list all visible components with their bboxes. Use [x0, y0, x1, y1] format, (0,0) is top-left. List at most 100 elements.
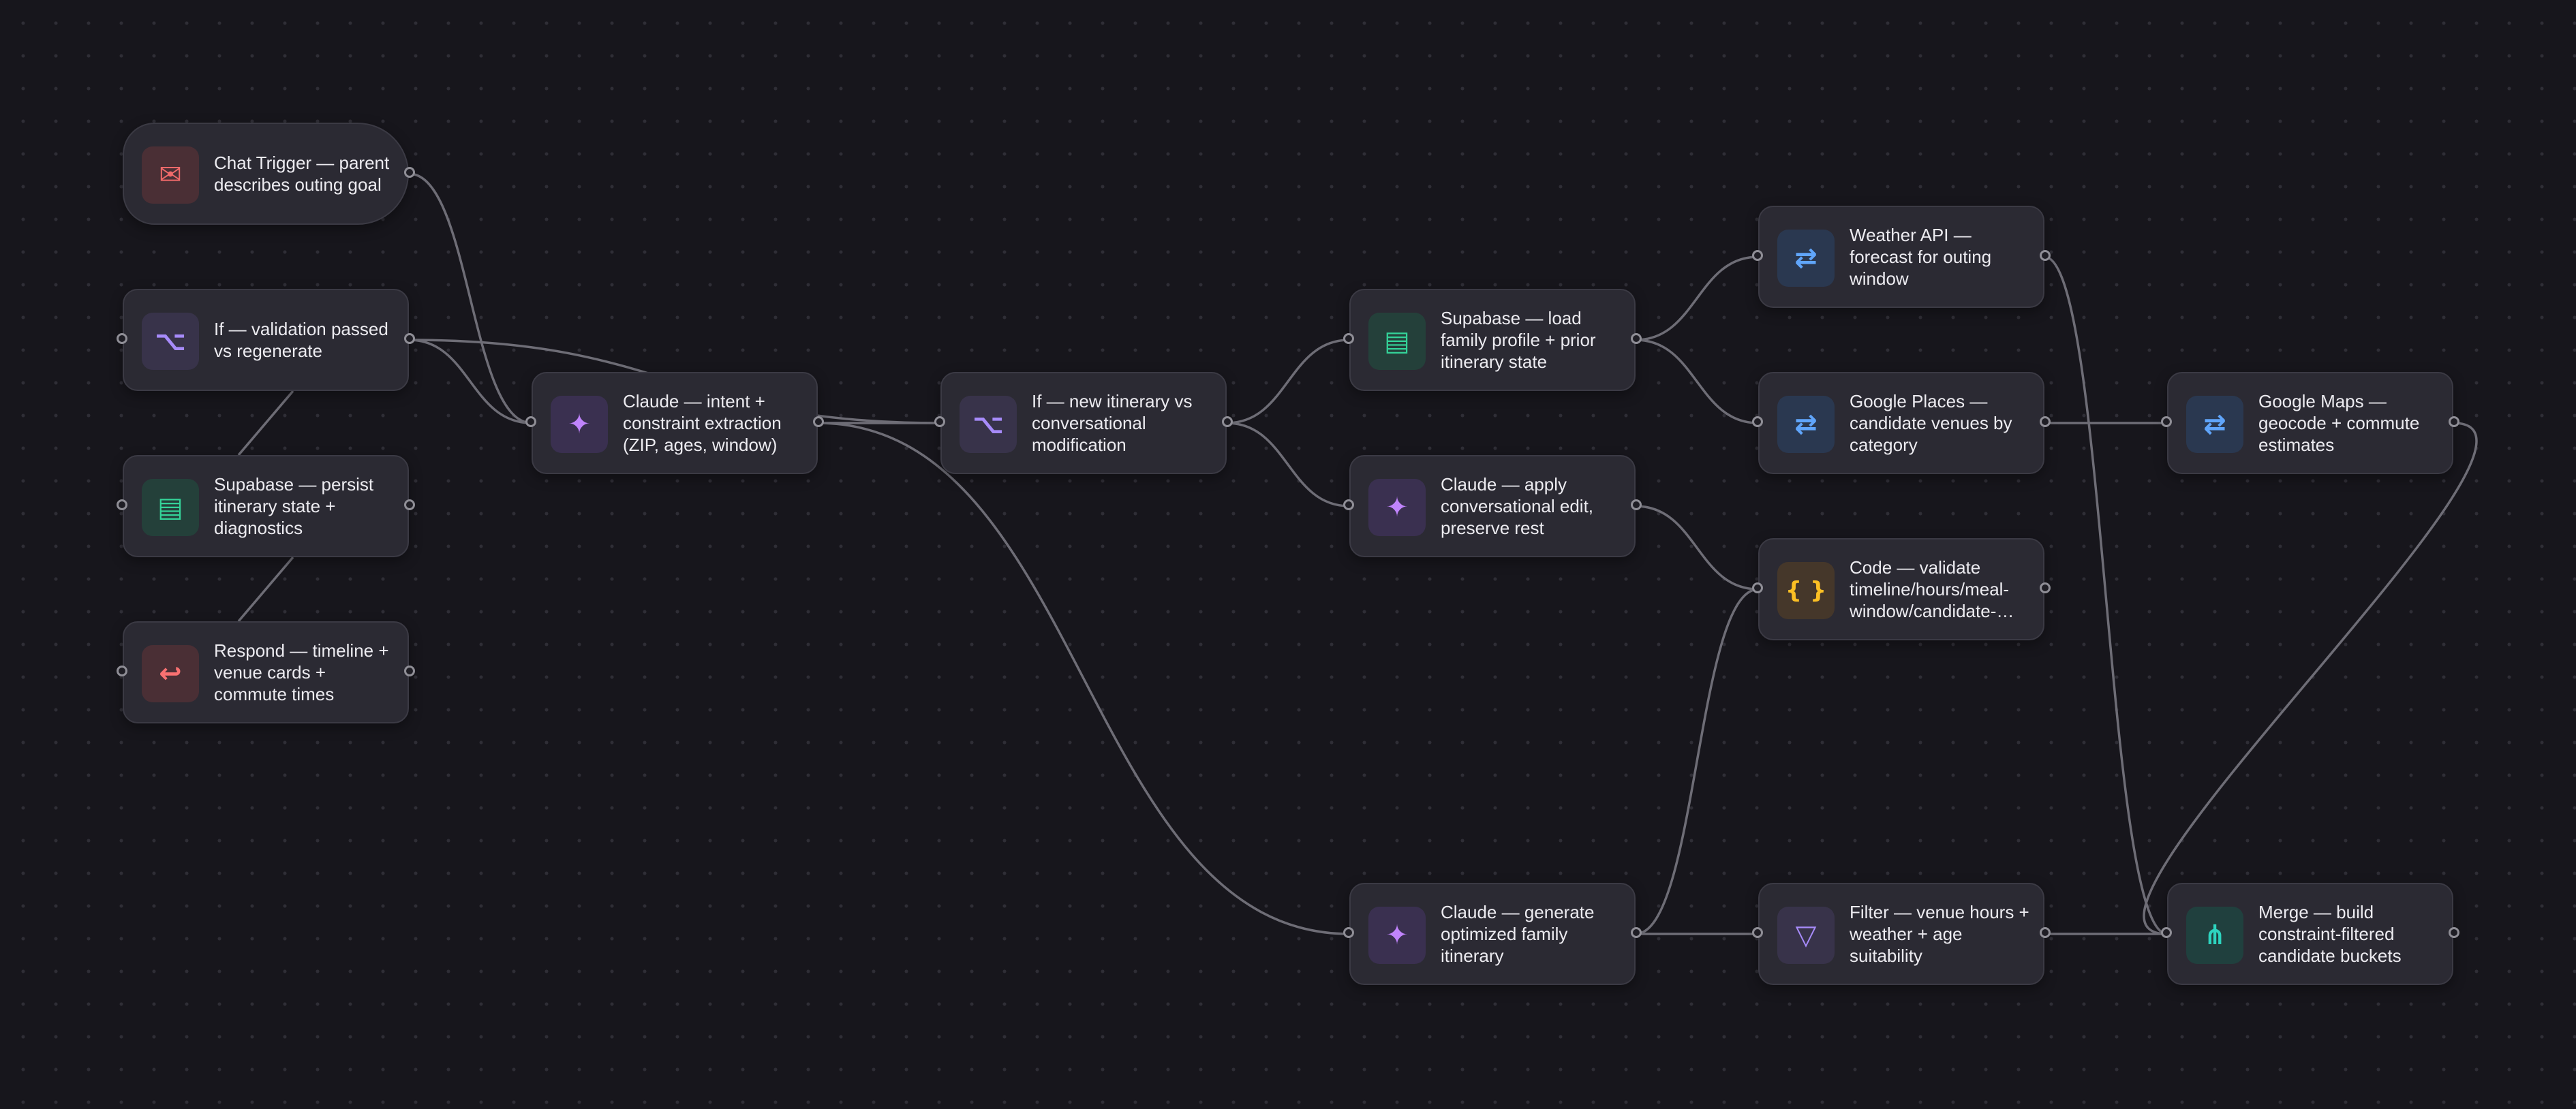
node-claude-apply[interactable]: ✦ Claude — apply conversational edit, pre… [1343, 455, 1642, 557]
node-label-text: If — new itinerary vs conversational mod… [1032, 391, 1193, 455]
node-if-new-itinerary[interactable]: ⌥ If — new itinerary vs conversational mo… [934, 372, 1233, 474]
input-port[interactable] [1752, 416, 1763, 427]
output-port[interactable] [2040, 582, 2051, 593]
output-port[interactable] [813, 416, 824, 427]
node-label: Chat Trigger — parent describes outing g… [214, 124, 398, 223]
code-braces-icon: { } [1777, 562, 1835, 619]
output-port[interactable] [2040, 250, 2051, 261]
output-port[interactable] [1631, 499, 1642, 510]
node-label: Supabase — persist itinerary state + dia… [214, 456, 398, 556]
node-google-places[interactable]: ⇄ Google Places — candidate venues by cat… [1752, 372, 2051, 474]
input-port[interactable] [1343, 499, 1354, 510]
input-port[interactable] [1343, 927, 1354, 938]
node-label: Supabase — load family profile + prior i… [1441, 290, 1625, 390]
edge-if-new-itinerary-to-claude-apply[interactable] [1226, 422, 1350, 507]
node-label-text: Code — validate timeline/hours/meal-wind… [1850, 557, 2014, 621]
output-port[interactable] [404, 167, 415, 178]
node-label: Claude — intent + constraint extraction … [623, 373, 807, 473]
edge-if-new-itinerary-to-supabase-load[interactable] [1226, 339, 1350, 424]
output-port[interactable] [1631, 927, 1642, 938]
node-label-text: Google Maps — geocode + commute estimate… [2258, 391, 2420, 455]
edge-supabase-persist-to-respond[interactable] [237, 556, 294, 623]
output-port[interactable] [404, 499, 415, 510]
node-label: Respond — timeline + venue cards + commu… [214, 623, 398, 722]
input-port[interactable] [117, 499, 127, 510]
output-port[interactable] [2040, 416, 2051, 427]
node-weather-api[interactable]: ⇄ Weather API — forecast for outing windo… [1752, 206, 2051, 308]
input-port[interactable] [525, 416, 536, 427]
node-merge[interactable]: ⋔ Merge — build constraint-filtered candi… [2161, 883, 2459, 985]
node-label: Merge — build constraint-filtered candid… [2258, 884, 2442, 984]
node-label: Filter — venue hours + weather + age sui… [1850, 884, 2034, 984]
edge-google-maps-to-merge[interactable] [2143, 422, 2478, 935]
database-icon: ▤ [142, 479, 199, 536]
arrows-exchange-icon: ⇄ [1777, 396, 1835, 453]
edge-weather-api-to-merge[interactable] [2044, 255, 2168, 935]
reply-icon: ↩ [142, 645, 199, 702]
node-claude-generate[interactable]: ✦ Claude — generate optimized family itin… [1343, 883, 1642, 985]
input-port[interactable] [1752, 927, 1763, 938]
node-respond[interactable]: ↩ Respond — timeline + venue cards + comm… [117, 621, 415, 723]
database-icon: ▤ [1368, 313, 1426, 370]
input-port[interactable] [934, 416, 945, 427]
edge-claude-apply-to-code-validate[interactable] [1635, 505, 1759, 591]
input-port[interactable] [117, 666, 127, 676]
node-label-text: Filter — venue hours + weather + age sui… [1850, 902, 2029, 966]
output-port[interactable] [404, 333, 415, 344]
node-supabase-load[interactable]: ▤ Supabase — load family profile + prior … [1343, 289, 1642, 391]
node-label: Claude — generate optimized family itine… [1441, 884, 1625, 984]
node-label: Claude — apply conversational edit, pres… [1441, 456, 1625, 556]
node-if-validation[interactable]: ⌥ If — validation passed vs regenerate [117, 289, 415, 391]
node-chat-trigger[interactable]: ✉ Chat Trigger — parent describes outing … [123, 123, 415, 225]
node-supabase-persist[interactable]: ▤ Supabase — persist itinerary state + di… [117, 455, 415, 557]
node-label-text: Chat Trigger — parent describes outing g… [214, 153, 390, 195]
node-code-validate[interactable]: { } Code — validate timeline/hours/meal-w… [1752, 538, 2051, 640]
input-port[interactable] [1752, 582, 1763, 593]
output-port[interactable] [2449, 927, 2459, 938]
node-label: If — validation passed vs regenerate [214, 290, 398, 390]
node-label: If — new itinerary vs conversational mod… [1032, 373, 1216, 473]
node-label-text: Claude — apply conversational edit, pres… [1441, 474, 1594, 538]
node-label: Google Maps — geocode + commute estimate… [2258, 373, 2442, 473]
node-label-text: Supabase — persist itinerary state + dia… [214, 474, 374, 538]
edge-chat-trigger-to-claude-intent[interactable] [408, 172, 532, 424]
input-port[interactable] [1752, 250, 1763, 261]
edge-if-validation-to-claude-intent[interactable] [408, 339, 532, 424]
envelope-icon: ✉ [142, 146, 199, 204]
output-port[interactable] [2449, 416, 2459, 427]
workflow-canvas[interactable]: ✉ Chat Trigger — parent describes outing … [0, 0, 2576, 1109]
edge-claude-generate-to-code-validate[interactable] [1635, 588, 1759, 935]
output-port[interactable] [1222, 416, 1233, 427]
node-label: Code — validate timeline/hours/meal-wind… [1850, 540, 2034, 639]
node-filter[interactable]: ▽ Filter — venue hours + weather + age su… [1752, 883, 2051, 985]
input-port[interactable] [2161, 416, 2172, 427]
node-label-text: Google Places — candidate venues by cate… [1850, 391, 2012, 455]
node-claude-intent[interactable]: ✦ Claude — intent + constraint extraction… [525, 372, 824, 474]
output-port[interactable] [404, 666, 415, 676]
edge-if-validation-to-supabase-persist[interactable] [237, 390, 294, 456]
node-label-text: Respond — timeline + venue cards + commu… [214, 640, 389, 704]
node-label-text: Weather API — forecast for outing window [1850, 225, 1992, 289]
branch-icon: ⌥ [960, 396, 1017, 453]
output-port[interactable] [1631, 333, 1642, 344]
node-label-text: Claude — intent + constraint extraction … [623, 391, 782, 455]
node-google-maps[interactable]: ⇄ Google Maps — geocode + commute estimat… [2161, 372, 2459, 474]
output-port[interactable] [2040, 927, 2051, 938]
input-port[interactable] [1343, 333, 1354, 344]
branch-icon: ⌥ [142, 313, 199, 370]
sparkle-icon: ✦ [551, 396, 608, 453]
node-label-text: Merge — build constraint-filtered candid… [2258, 902, 2402, 966]
input-port[interactable] [2161, 927, 2172, 938]
edge-supabase-load-to-weather-api[interactable] [1635, 255, 1759, 341]
node-label-text: If — validation passed vs regenerate [214, 319, 388, 361]
sparkle-icon: ✦ [1368, 907, 1426, 964]
arrows-exchange-icon: ⇄ [1777, 230, 1835, 287]
node-label: Weather API — forecast for outing window [1850, 207, 2034, 307]
edge-supabase-load-to-google-places[interactable] [1635, 339, 1759, 424]
arrows-exchange-icon: ⇄ [2186, 396, 2243, 453]
sparkle-icon: ✦ [1368, 479, 1426, 536]
edge-claude-intent-to-claude-generate[interactable] [817, 422, 1350, 935]
input-port[interactable] [117, 333, 127, 344]
node-label-text: Supabase — load family profile + prior i… [1441, 308, 1596, 372]
node-label-text: Claude — generate optimized family itine… [1441, 902, 1595, 966]
